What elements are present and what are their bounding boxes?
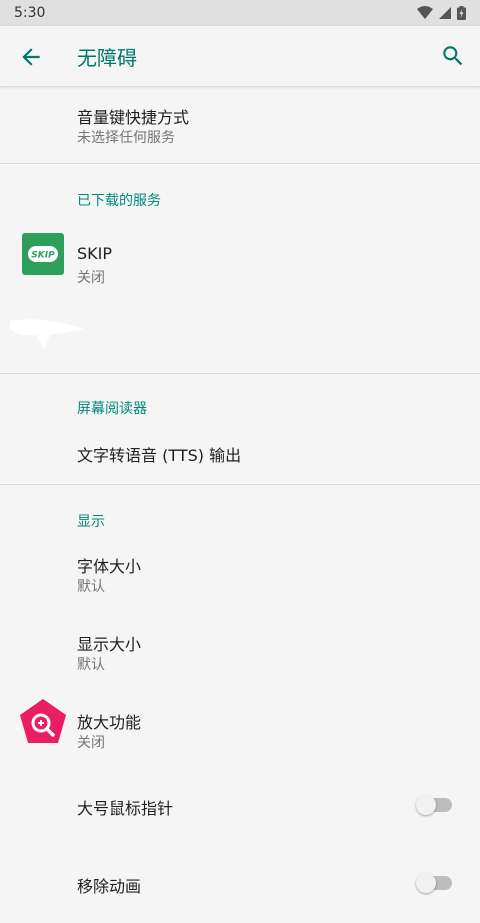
tts-output-title: 文字转语音 (TTS) 输出 <box>77 446 242 465</box>
screen-reader-section: 屏幕阅读器 文字转语音 (TTS) 输出 <box>0 374 480 485</box>
skip-app-icon: SKIP <box>22 233 64 275</box>
magnification-icon <box>20 699 66 743</box>
signal-icon <box>439 7 451 19</box>
search-icon[interactable] <box>440 43 466 69</box>
display-size-item[interactable]: 显示大小 默认 <box>0 611 480 689</box>
status-bar: 5:30 <box>0 0 480 26</box>
section-title-screen-reader: 屏幕阅读器 <box>77 401 147 417</box>
skip-subtitle: 关闭 <box>77 270 105 286</box>
display-size-subtitle: 默认 <box>77 657 105 673</box>
magnification-title: 放大功能 <box>77 713 142 732</box>
app-bar: 无障碍 <box>0 26 480 86</box>
back-arrow-icon[interactable] <box>18 44 44 70</box>
page-title: 无障碍 <box>77 45 137 70</box>
display-section: 显示 字体大小 默认 显示大小 默认 放大功能 关闭 大号鼠标指针 移除动画 <box>0 485 480 896</box>
volume-shortcut-title: 音量键快捷方式 <box>77 108 190 127</box>
skip-item[interactable]: SKIP SKIP 关闭 <box>0 219 480 289</box>
large-pointer-item[interactable]: 大号鼠标指针 <box>0 767 480 845</box>
screen-artifact <box>10 319 84 349</box>
downloaded-services-section: 已下载的服务 SKIP SKIP 关闭 <box>0 163 480 373</box>
toggle-knob <box>416 795 436 815</box>
magnification-item[interactable]: 放大功能 关闭 <box>0 689 480 767</box>
section-title-display: 显示 <box>77 514 105 530</box>
wifi-icon <box>417 6 433 19</box>
status-icons <box>417 6 466 20</box>
font-size-title: 字体大小 <box>77 557 142 576</box>
tts-output-item[interactable]: 文字转语音 (TTS) 输出 <box>0 421 480 485</box>
large-pointer-title: 大号鼠标指针 <box>77 799 174 818</box>
skip-title: SKIP <box>77 244 113 263</box>
large-pointer-toggle[interactable] <box>416 795 452 815</box>
status-time: 5:30 <box>14 5 46 21</box>
display-size-title: 显示大小 <box>77 635 142 654</box>
magnification-subtitle: 关闭 <box>77 735 105 751</box>
remove-animations-item[interactable]: 移除动画 <box>0 845 480 923</box>
toggle-knob <box>416 873 436 893</box>
font-size-item[interactable]: 字体大小 默认 <box>0 533 480 611</box>
font-size-subtitle: 默认 <box>77 579 105 595</box>
remove-animations-title: 移除动画 <box>77 877 142 896</box>
settings-list: 音量键快捷方式 未选择任何服务 已下载的服务 SKIP SKIP 关闭 屏幕阅读… <box>0 86 480 896</box>
skip-icon-label: SKIP <box>31 251 55 261</box>
volume-shortcut-subtitle: 未选择任何服务 <box>77 130 175 146</box>
volume-shortcut-item[interactable]: 音量键快捷方式 未选择任何服务 <box>0 86 480 163</box>
remove-animations-toggle[interactable] <box>416 873 452 893</box>
section-title-downloaded: 已下载的服务 <box>77 193 161 209</box>
battery-icon <box>457 6 466 20</box>
